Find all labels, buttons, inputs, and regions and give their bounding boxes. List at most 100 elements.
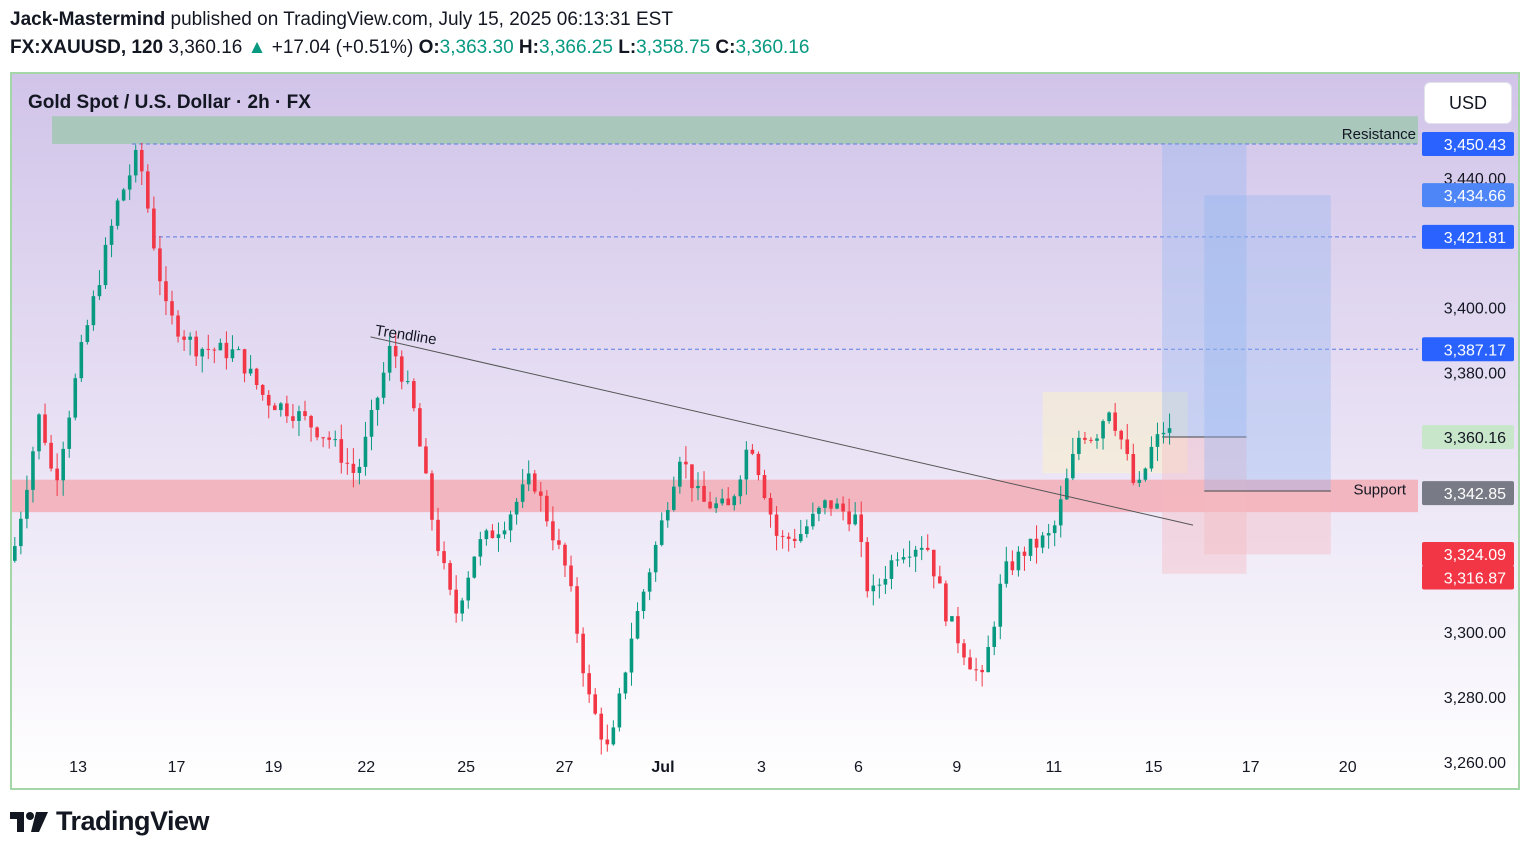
- candle-body: [762, 475, 767, 498]
- candle-body: [581, 633, 585, 674]
- candle-body: [617, 693, 622, 728]
- currency-button[interactable]: USD: [1424, 82, 1512, 124]
- candle-body: [1143, 468, 1148, 480]
- candle-body: [599, 713, 604, 740]
- candle-body: [103, 244, 108, 286]
- tradingview-logo-icon[interactable]: [10, 810, 48, 834]
- price-label: 3,421.81: [1444, 230, 1506, 247]
- candle-body: [1004, 561, 1009, 584]
- candle-body: [569, 565, 573, 587]
- candle-body: [587, 673, 591, 695]
- candle-body: [1046, 533, 1051, 536]
- candle-body: [786, 536, 791, 539]
- candle-body: [424, 446, 428, 474]
- candle-body: [980, 669, 984, 673]
- candle-body: [768, 497, 773, 515]
- candle-body: [744, 449, 749, 480]
- x-tick-label: 3: [757, 759, 766, 776]
- candle-body: [297, 411, 301, 421]
- close-label: C:: [715, 37, 736, 58]
- candle-body: [659, 520, 664, 545]
- candle-body: [1052, 525, 1057, 534]
- price-chart[interactable]: TrendlineResistanceSupport3,460.003,440.…: [12, 74, 1518, 788]
- candle-body: [805, 526, 809, 535]
- candle-body: [405, 381, 410, 383]
- candle-body: [146, 171, 150, 209]
- candle-body: [484, 530, 489, 540]
- target-stop-box: [1204, 491, 1331, 555]
- candle-body: [545, 495, 549, 522]
- candle-body: [152, 208, 156, 249]
- candle-body: [194, 336, 198, 357]
- candle-body: [206, 348, 211, 350]
- candle-body: [418, 408, 422, 447]
- candle-body: [1034, 538, 1039, 548]
- candle-body: [1016, 551, 1021, 571]
- author-name[interactable]: Jack-Mastermind: [10, 9, 165, 30]
- price-label: 3,450.43: [1444, 137, 1506, 154]
- candle-body: [841, 503, 845, 512]
- candle-body: [412, 381, 416, 409]
- close-value: 3,360.16: [735, 37, 810, 58]
- candle-body: [913, 549, 918, 557]
- y-tick-label: 3,400.00: [1444, 301, 1506, 318]
- candle-body: [436, 519, 440, 552]
- candle-body: [303, 411, 307, 417]
- candle-body: [357, 466, 362, 473]
- candle-body: [865, 542, 870, 592]
- candle-body: [448, 563, 452, 590]
- candle-body: [938, 576, 942, 584]
- open-label: O:: [418, 37, 440, 58]
- candle-body: [309, 416, 313, 428]
- high-label: H:: [518, 37, 539, 58]
- brand-name[interactable]: TradingView: [56, 806, 210, 837]
- candle-body: [557, 540, 561, 545]
- candle-body: [944, 583, 948, 622]
- candle-body: [750, 449, 755, 454]
- candle-body: [61, 448, 65, 481]
- chart-frame[interactable]: TrendlineResistanceSupport3,460.003,440.…: [10, 72, 1520, 790]
- candle-body: [454, 589, 458, 614]
- candle-body: [678, 461, 682, 487]
- candle-body: [430, 473, 434, 520]
- candle-body: [1113, 412, 1117, 431]
- candle-body: [170, 301, 174, 316]
- x-tick-label: 25: [457, 759, 475, 776]
- candle-body: [37, 414, 41, 452]
- candle-body: [158, 248, 162, 282]
- candle-body: [690, 464, 694, 489]
- price-label: 3,324.09: [1444, 547, 1506, 564]
- price-label: 3,342.85: [1444, 486, 1506, 503]
- candle-body: [1131, 453, 1136, 483]
- candle-body: [551, 521, 555, 541]
- candle-body: [1167, 428, 1172, 433]
- price-label: 3,434.66: [1444, 188, 1506, 205]
- candle-body: [907, 556, 912, 558]
- candle-body: [792, 538, 797, 542]
- candle-body: [714, 503, 718, 509]
- candle-body: [496, 534, 501, 539]
- candle-body: [49, 442, 53, 469]
- low-value: 3,358.75: [636, 37, 711, 58]
- candle-body: [1022, 551, 1027, 556]
- symbol-label[interactable]: FX:XAUUSD, 120: [10, 37, 163, 58]
- candle-body: [1119, 430, 1123, 440]
- candle-body: [345, 462, 350, 464]
- candle-body: [254, 368, 259, 386]
- candle-body: [393, 345, 398, 357]
- candle-body: [672, 486, 676, 510]
- x-tick-label: 6: [854, 759, 863, 776]
- x-tick-label: 9: [952, 759, 961, 776]
- candle-body: [1095, 438, 1099, 441]
- candle-body: [817, 507, 821, 514]
- candle-body: [871, 585, 876, 592]
- candle-body: [260, 385, 265, 395]
- low-label: L:: [618, 37, 637, 58]
- candle-body: [272, 405, 277, 411]
- candle-body: [919, 547, 924, 550]
- candle-body: [853, 514, 857, 525]
- candle-body: [1089, 439, 1093, 441]
- candle-body: [1101, 421, 1105, 439]
- candle-body: [520, 484, 525, 502]
- candle-body: [665, 509, 670, 521]
